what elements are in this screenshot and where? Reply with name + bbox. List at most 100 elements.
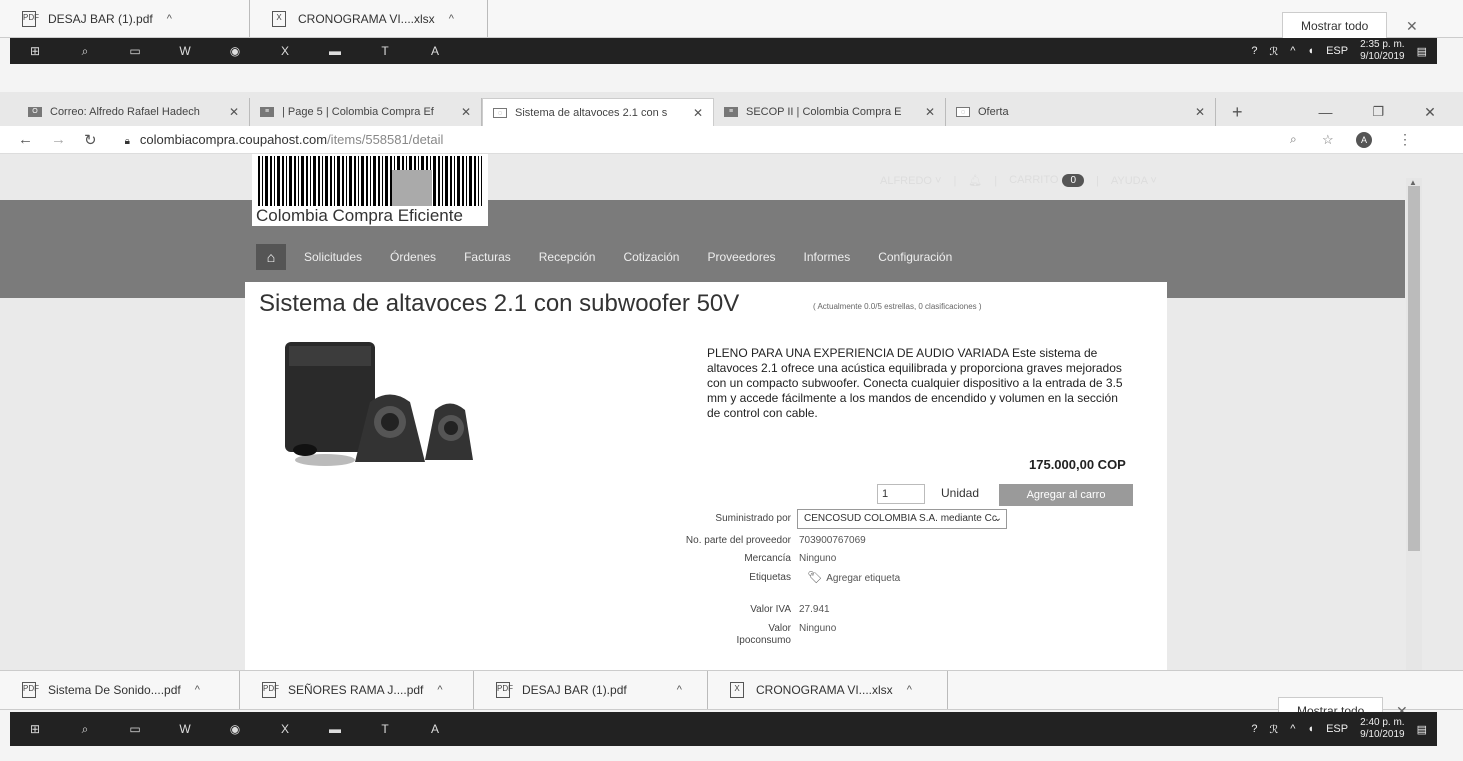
new-tab-button[interactable]: + [1232,98,1243,126]
chevron-up-icon[interactable]: ^ [437,684,442,696]
chevron-up-icon[interactable]: ^ [1290,723,1295,735]
download-item[interactable]: X CRONOGRAMA VI....xlsx ^ [250,0,488,37]
word-icon[interactable]: W [176,44,194,58]
chevron-up-icon[interactable]: ^ [677,684,682,696]
show-all-button[interactable]: Mostrar todo [1282,12,1388,40]
close-icon[interactable]: ✕ [693,106,703,120]
maximize-button[interactable]: ❐ [1373,98,1385,126]
add-to-cart-button[interactable]: Agregar al carro [999,484,1133,506]
url-field[interactable]: 🔒︎ colombiacompra.coupahost.com/items/558… [125,132,444,147]
word-icon[interactable]: W [176,722,194,736]
search-icon[interactable]: ⌕ [76,722,94,736]
teams-icon[interactable]: T [376,44,394,58]
lang-indicator[interactable]: ESP [1326,45,1348,57]
download-filename: CRONOGRAMA VI....xlsx [298,11,435,26]
task-view-icon[interactable]: ▭ [126,722,144,736]
help-icon[interactable]: ? [1251,723,1257,735]
windows-start-icon[interactable]: ⊞ [26,722,44,736]
notification-icon[interactable]: ▤ [1417,723,1427,736]
nav-configuracion[interactable]: Configuración [878,250,952,264]
nav-recepcion[interactable]: Recepción [539,250,596,264]
close-icon[interactable]: ✕ [229,105,239,119]
pdf-icon: PDF [22,10,39,27]
close-icon[interactable]: ✕ [1195,105,1205,119]
notification-icon[interactable]: ▤ [1417,45,1427,58]
supplier-select[interactable]: CENCOSUD COLOMBIA S.A. mediante Cc ⌄ [797,509,1007,529]
chevron-up-icon[interactable]: ^ [1290,45,1295,57]
nav-facturas[interactable]: Facturas [464,250,511,264]
back-icon[interactable]: ← [18,131,33,148]
clock[interactable]: 2:35 p. m. 9/10/2019 [1360,39,1405,63]
chevron-up-icon[interactable]: ^ [449,13,454,25]
rating-text[interactable]: ( Actualmente 0.0/5 estrellas, 0 clasifi… [813,302,982,311]
user-dropdown[interactable]: ALFREDO ˅ [880,175,941,187]
nav-cotizacion[interactable]: Cotización [623,250,679,264]
clock[interactable]: 2:40 p. m. 9/10/2019 [1360,717,1405,741]
download-item[interactable]: X CRONOGRAMA VI....xlsx ^ [708,671,948,709]
add-tag-link[interactable]: 🏷︎ Agregar etiqueta [807,570,900,584]
scroll-thumb[interactable] [1408,186,1420,551]
excel-icon[interactable]: X [276,722,294,736]
home-icon[interactable]: ⌂ [256,244,286,270]
browser-tab[interactable]: ≡ SECOP II | Colombia Compra E ✕ [714,98,946,126]
people-icon[interactable]: ℛ [1269,45,1278,58]
system-tray: ? ℛ ^ ◖ ESP 2:40 p. m. 9/10/2019 ▤ [1251,712,1427,746]
teams-icon[interactable]: T [376,722,394,736]
close-icon[interactable]: ✕ [1406,18,1418,35]
bell-icon[interactable]: 🔔︎ [968,174,982,187]
close-icon[interactable]: ✕ [925,105,935,119]
browser-tab[interactable]: O Correo: Alfredo Rafael Hadech ✕ [18,98,250,126]
acrobat-icon[interactable]: A [426,722,444,736]
help-icon[interactable]: ? [1251,45,1257,57]
cart-label: CARRITO [1009,174,1059,186]
menu-kebab-icon[interactable]: ⋮ [1398,131,1412,148]
folder-icon[interactable]: ▬ [326,722,344,736]
tab-title: Oferta [978,106,1009,118]
search-icon[interactable]: ⌕ [76,44,94,58]
folder-icon[interactable]: ▬ [326,44,344,58]
chrome-icon[interactable]: ◉ [226,722,244,736]
browser-tab-active[interactable]: ◌ Sistema de altavoces 2.1 con s ✕ [482,98,714,126]
chevron-up-icon[interactable]: ^ [195,684,200,696]
help-dropdown[interactable]: AYUDA ˅ [1111,175,1157,187]
excel-icon[interactable]: X [276,44,294,58]
volume-icon[interactable]: ◖ [1307,723,1314,735]
nav-ordenes[interactable]: Órdenes [390,250,436,264]
download-item[interactable]: PDF SEÑORES RAMA J....pdf ^ [240,671,474,709]
nav-solicitudes[interactable]: Solicitudes [304,250,362,264]
divider: | [994,174,998,187]
people-icon[interactable]: ℛ [1269,723,1278,736]
volume-icon[interactable]: ◖ [1307,45,1314,57]
window-close-button[interactable]: ✕ [1424,98,1436,126]
site-logo[interactable]: Colombia Compra Eficiente [252,154,488,226]
chevron-up-icon[interactable]: ^ [167,13,172,25]
browser-tab[interactable]: ◌ Oferta ✕ [946,98,1216,126]
quantity-input[interactable]: 1 [877,484,925,504]
chevron-up-icon[interactable]: ^ [907,684,912,696]
minimize-button[interactable]: — [1319,98,1333,126]
task-view-icon[interactable]: ▭ [126,44,144,58]
browser-tab[interactable]: ≡ | Page 5 | Colombia Compra Ef ✕ [250,98,482,126]
profile-avatar[interactable]: A [1356,131,1372,148]
reload-icon[interactable]: ↻ [84,131,97,149]
logo-text: Colombia Compra Eficiente [256,206,463,225]
download-item[interactable]: PDF DESAJ BAR (1).pdf ^ [474,671,708,709]
nav-proveedores[interactable]: Proveedores [707,250,775,264]
chrome-icon[interactable]: ◉ [226,44,244,58]
star-icon[interactable]: ☆ [1322,132,1334,148]
zoom-icon[interactable]: ⌕ [1290,132,1297,147]
cart-link[interactable]: CARRITO 0 [1009,174,1084,187]
bottom-download-bar: PDF Sistema De Sonido....pdf ^ PDF SEÑOR… [0,670,1463,710]
windows-start-icon[interactable]: ⊞ [26,44,44,58]
download-item[interactable]: PDF Sistema De Sonido....pdf ^ [0,671,240,709]
tags-label: Etiquetas [749,572,791,583]
nav-informes[interactable]: Informes [804,250,851,264]
acrobat-icon[interactable]: A [426,44,444,58]
forward-icon[interactable]: → [51,131,66,148]
close-icon[interactable]: ✕ [461,105,471,119]
lang-indicator[interactable]: ESP [1326,723,1348,735]
page-title: Sistema de altavoces 2.1 con subwoofer 5… [259,290,740,317]
excel-icon: X [272,10,286,27]
page-scrollbar[interactable]: ▲ ▼ [1406,178,1422,670]
download-item[interactable]: PDF DESAJ BAR (1).pdf ^ [0,0,250,37]
